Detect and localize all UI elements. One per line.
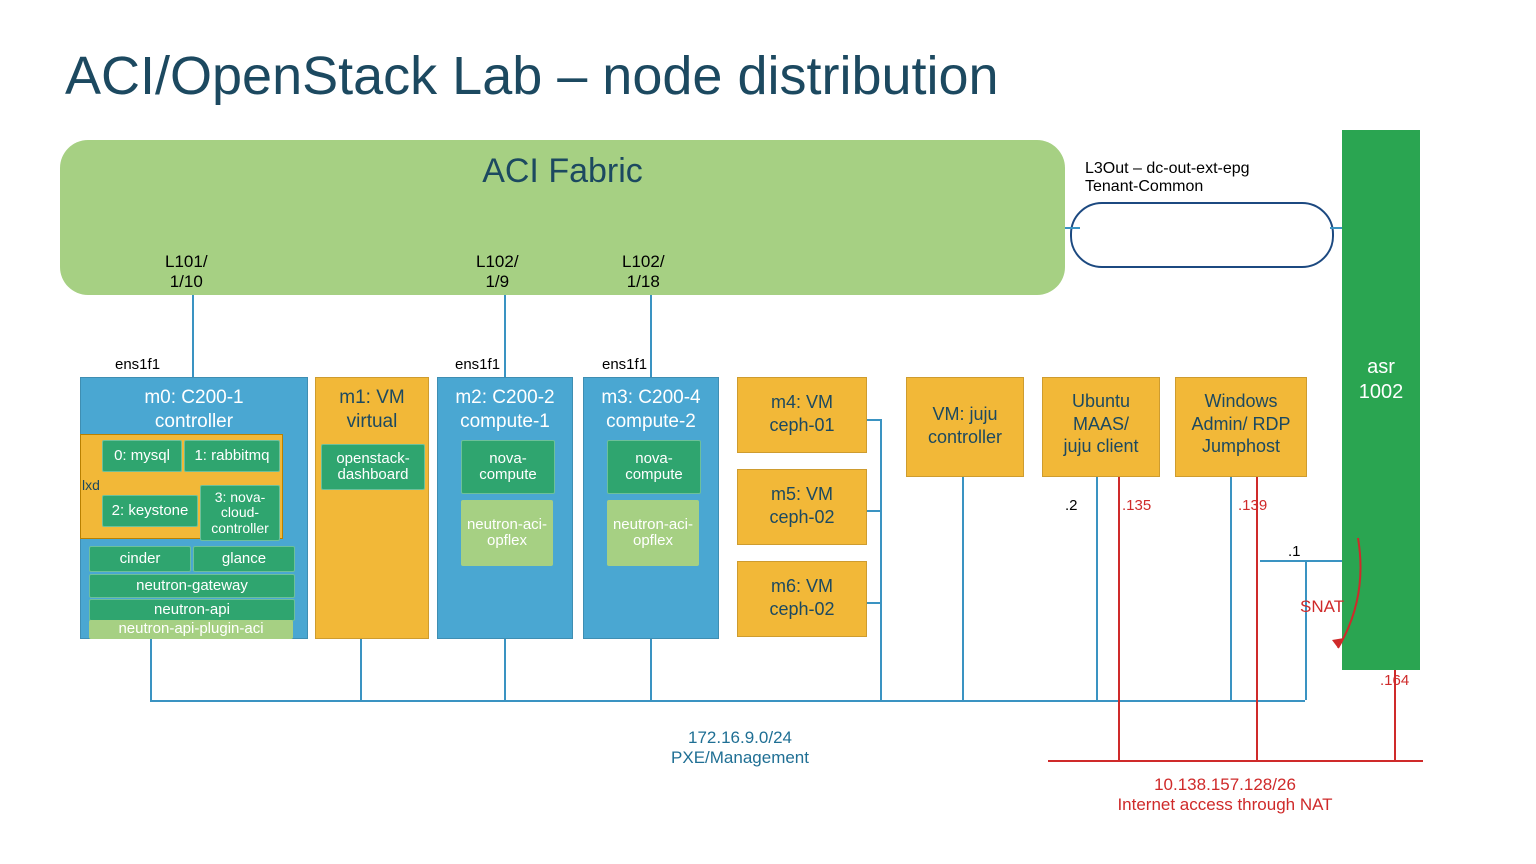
node-juju-title: VM: juju controller	[907, 378, 1023, 448]
svc-cinder: cinder	[89, 546, 191, 572]
link-fabric-m2	[504, 295, 506, 377]
link-fabric-m0	[192, 295, 194, 377]
node-m1-virtual: m1: VM virtual	[315, 377, 429, 639]
link-fabric-cloud	[1065, 227, 1080, 229]
svc-neutron-api: neutron-api	[89, 599, 295, 621]
link-fabric-m3	[650, 295, 652, 377]
drop-maas	[1096, 477, 1098, 700]
node-maas: Ubuntu MAAS/ juju client	[1042, 377, 1160, 477]
cloud-icon	[1070, 202, 1334, 268]
ip-gateway: .1	[1288, 543, 1301, 560]
svc-keystone: 2: keystone	[102, 495, 198, 527]
iface-m3: ens1f1	[602, 356, 647, 373]
branch-m4	[867, 419, 881, 421]
svc-m2-neutron-aci-opflex: neutron-aci-opflex	[461, 500, 553, 566]
node-m5-title: m5: VM ceph-02	[738, 470, 866, 528]
svc-m3-neutron-aci-opflex: neutron-aci-opflex	[607, 500, 699, 566]
nat-bus	[1048, 760, 1423, 762]
node-m1-title: m1: VM virtual	[316, 378, 428, 434]
node-m2-title: m2: C200-2 compute-1	[438, 378, 572, 434]
node-m0-title: m0: C200-1 controller	[81, 378, 307, 434]
lxd-label: lxd	[82, 477, 100, 493]
red-winrdp	[1256, 477, 1258, 760]
l3out-label: L3Out – dc-out-ext-epg Tenant-Common	[1085, 160, 1250, 196]
drop-ceph	[880, 419, 882, 700]
node-m4-title: m4: VM ceph-01	[738, 378, 866, 436]
port-l102-1-9: L102/ 1/9	[476, 252, 519, 292]
node-windows-rdp: Windows Admin/ RDP Jumphost	[1175, 377, 1307, 477]
iface-m0: ens1f1	[115, 356, 160, 373]
gw-vline	[1305, 560, 1307, 700]
page-title: ACI/OpenStack Lab – node distribution	[65, 45, 999, 107]
drop-winrdp	[1230, 477, 1232, 700]
svc-m3-nova-compute: nova-compute	[607, 440, 701, 494]
node-m5-ceph02: m5: VM ceph-02	[737, 469, 867, 545]
drop-m2	[504, 639, 506, 700]
node-m6-title: m6: VM ceph-02	[738, 562, 866, 620]
ip-maas-mgmt: .2	[1065, 497, 1078, 514]
svc-neutron-gateway: neutron-gateway	[89, 574, 295, 598]
port-l101-1-10: L101/ 1/10	[165, 252, 208, 292]
drop-m3	[650, 639, 652, 700]
snat-label: SNAT	[1300, 597, 1344, 617]
ip-maas-nat: .135	[1122, 497, 1151, 514]
port-l102-1-18: L102/ 1/18	[622, 252, 665, 292]
drop-juju	[962, 477, 964, 700]
mgmt-bus	[150, 700, 1305, 702]
link-cloud-asr	[1330, 227, 1342, 229]
node-winrdp-title: Windows Admin/ RDP Jumphost	[1176, 378, 1306, 458]
ip-asr-nat: .164	[1380, 672, 1409, 689]
aci-fabric-box: ACI Fabric L101/ 1/10 L102/ 1/9 L102/ 1/…	[60, 140, 1065, 295]
svc-neutron-api-plugin-aci: neutron-api-plugin-aci	[89, 620, 293, 639]
node-juju-controller: VM: juju controller	[906, 377, 1024, 477]
drop-m0	[150, 639, 152, 700]
asr-1002-label: asr 1002	[1342, 130, 1420, 405]
node-m4-ceph01: m4: VM ceph-01	[737, 377, 867, 453]
node-maas-title: Ubuntu MAAS/ juju client	[1043, 378, 1159, 458]
branch-m5	[867, 510, 881, 512]
svc-m2-nova-compute: nova-compute	[461, 440, 555, 494]
iface-m2: ens1f1	[455, 356, 500, 373]
node-m6-ceph02b: m6: VM ceph-02	[737, 561, 867, 637]
drop-m1	[360, 639, 362, 700]
branch-m6	[867, 602, 881, 604]
ip-winrdp-nat: .139	[1238, 497, 1267, 514]
aci-fabric-title: ACI Fabric	[60, 152, 1065, 191]
nat-network-label: 10.138.157.128/26 Internet access throug…	[1095, 775, 1355, 815]
red-maas	[1118, 477, 1120, 760]
mgmt-network-label: 172.16.9.0/24 PXE/Management	[630, 728, 850, 768]
diagram-stage: ACI/OpenStack Lab – node distribution AC…	[0, 0, 1536, 864]
svc-openstack-dashboard: openstack-dashboard	[321, 444, 425, 490]
svc-nova-cloud-controller: 3: nova-cloud-controller	[200, 485, 280, 541]
node-m3-title: m3: C200-4 compute-2	[584, 378, 718, 434]
svc-rabbitmq: 1: rabbitmq	[184, 440, 280, 472]
svc-glance: glance	[193, 546, 295, 572]
svc-mysql: 0: mysql	[102, 440, 182, 472]
